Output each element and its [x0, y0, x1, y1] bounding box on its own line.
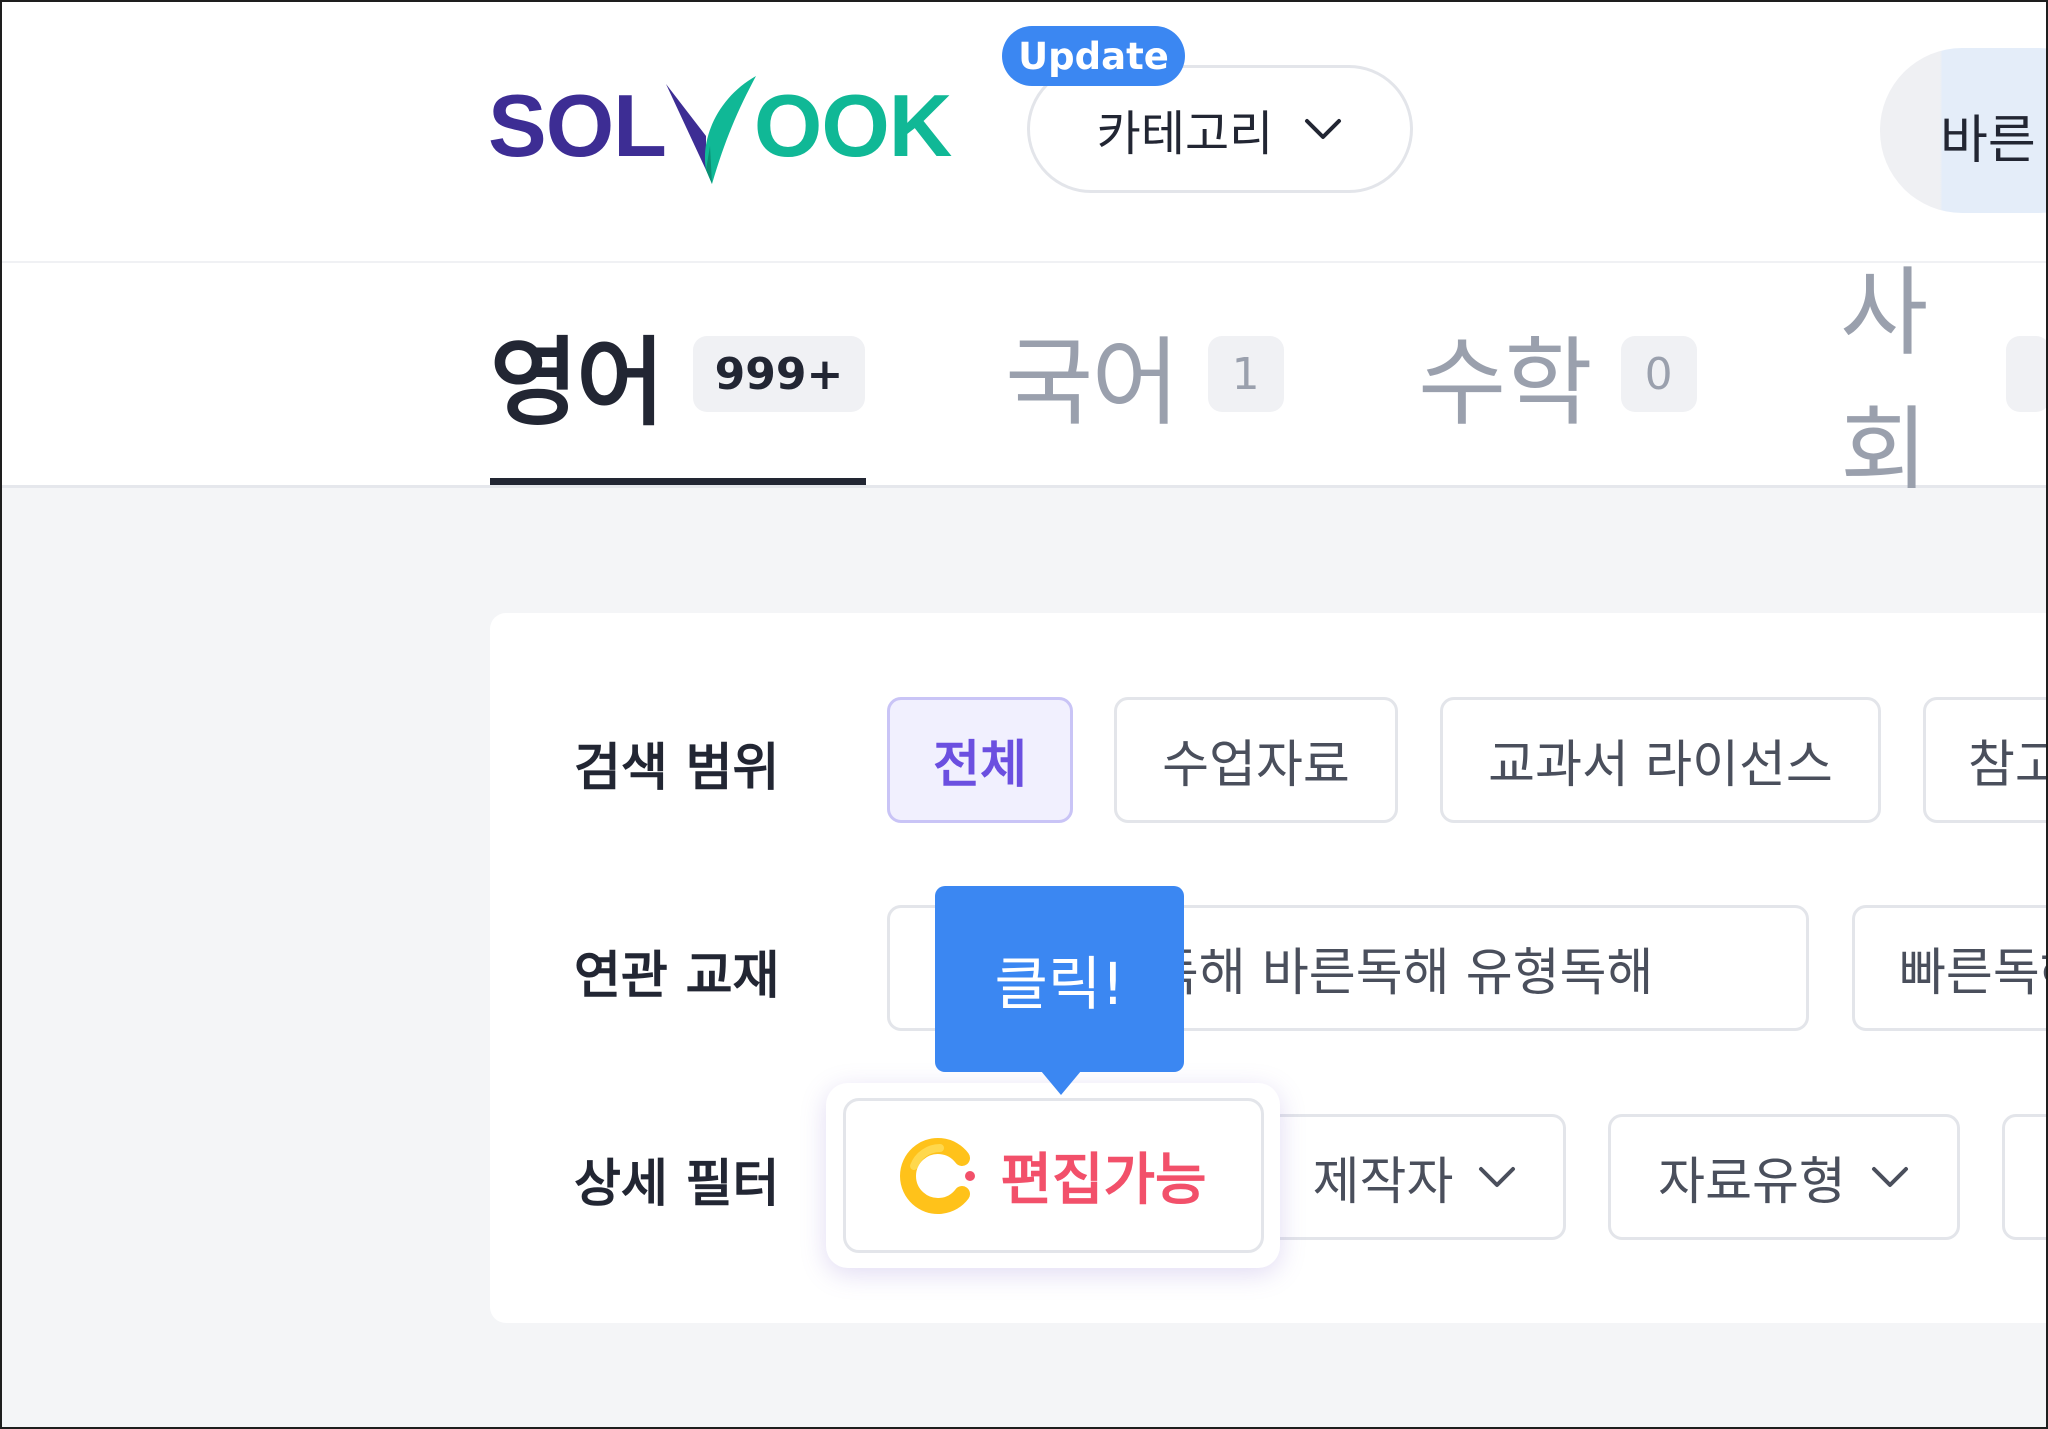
search-scope-label: 검색 범위	[574, 739, 780, 798]
app-window: SOL OOK Update 카테고리 바른 영어 999+ 국어 1 수학 0…	[0, 0, 2048, 1429]
tab-count-badge: 1	[1207, 336, 1284, 412]
tab-count-badge: 0	[1620, 336, 1697, 412]
editable-c-icon	[900, 1137, 976, 1214]
chevron-down-icon	[1479, 1167, 1516, 1187]
subject-tabs: 영어 999+ 국어 1 수학 0 사회	[2, 257, 2046, 508]
tab-math[interactable]: 수학 0	[1418, 263, 1697, 485]
creator-dropdown-label: 제작자	[1312, 1153, 1454, 1212]
tab-label: 영어	[490, 326, 665, 439]
tab-label: 국어	[1005, 326, 1180, 439]
tab-label: 사회	[1840, 257, 1928, 508]
scope-chip-textbook-license[interactable]: 교과서 라이선스	[1440, 697, 1881, 823]
bareun-label: 바른	[1940, 111, 2036, 171]
top-header: SOL OOK Update 카테고리 바른	[2, 2, 2046, 263]
logo-text-sol: SOL	[488, 76, 667, 175]
tooltip-arrow	[1041, 1071, 1081, 1095]
category-label: 카테고리	[1096, 106, 1274, 162]
chevron-down-icon	[1305, 119, 1342, 139]
creator-dropdown[interactable]: 제작자	[1264, 1114, 1566, 1240]
scope-chip-all[interactable]: 전체	[887, 697, 1073, 823]
scope-chip-class-material[interactable]: 수업자료	[1114, 697, 1398, 823]
chevron-down-icon	[1871, 1167, 1908, 1187]
editable-filter-highlight: 편집가능	[826, 1083, 1280, 1268]
related-textbook-label: 연관 교재	[574, 947, 780, 1006]
material-type-dropdown-label: 자료유형	[1658, 1153, 1846, 1212]
scope-chip-reference[interactable]: 참고	[1923, 697, 2046, 823]
tab-social[interactable]: 사회	[1840, 257, 2046, 508]
tab-english[interactable]: 영어 999+	[490, 263, 866, 485]
logo-text-ook: OOK	[753, 76, 952, 175]
solvook-logo[interactable]: SOL OOK	[488, 66, 958, 186]
active-tab-indicator	[490, 478, 866, 485]
editable-label: 편집가능	[1000, 1148, 1207, 1213]
tab-label: 수학	[1418, 326, 1593, 439]
detail-filter-label: 상세 필터	[574, 1155, 780, 1214]
tab-count-badge: 999+	[692, 336, 866, 412]
editable-filter-chip[interactable]: 편집가능	[843, 1098, 1264, 1253]
tab-korean[interactable]: 국어 1	[1005, 263, 1284, 485]
material-type-dropdown[interactable]: 자료유형	[1608, 1114, 1960, 1240]
bareun-button[interactable]: 바른	[1880, 48, 2046, 213]
tooltip-text: 클릭!	[994, 950, 1125, 1018]
more-filter-chip[interactable]	[2002, 1114, 2046, 1240]
logo-leaf-icon	[665, 76, 756, 184]
update-badge: Update	[1002, 26, 1185, 86]
textbook-chip-ppareun[interactable]: 빠른독해	[1852, 905, 2046, 1031]
tab-count-badge	[2006, 336, 2046, 412]
click-tooltip: 클릭!	[935, 886, 1184, 1095]
